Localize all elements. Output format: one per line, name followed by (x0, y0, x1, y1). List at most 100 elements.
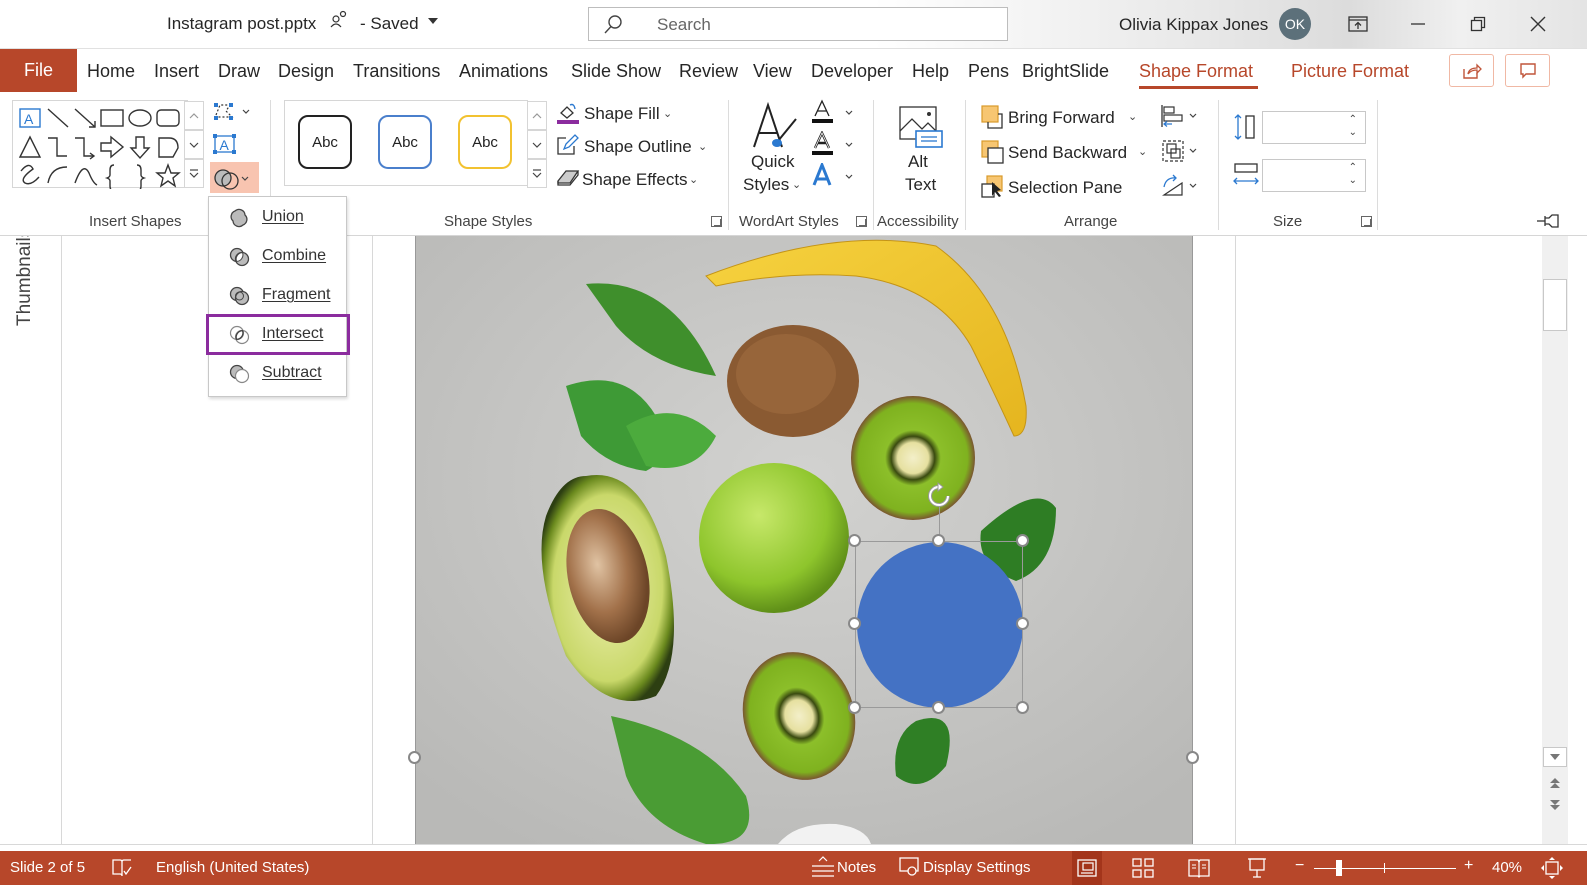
resize-handle-left[interactable] (848, 617, 861, 630)
resize-handle-top-right[interactable] (1016, 534, 1029, 547)
save-status[interactable]: - Saved (360, 14, 419, 34)
spin-up-icon[interactable]: ⌃ (1349, 114, 1357, 125)
shape-width-input[interactable]: ⌃ ⌄ (1262, 159, 1366, 192)
zoom-level[interactable]: 40% (1492, 859, 1522, 876)
tab-animations[interactable]: Animations (459, 61, 548, 82)
save-status-caret-icon[interactable] (428, 18, 438, 24)
rotate-button[interactable] (1160, 173, 1205, 199)
selection-pane-button[interactable]: Selection Pane (980, 174, 1125, 200)
slide-picture[interactable] (415, 236, 1193, 844)
tab-picture-format[interactable]: Picture Format (1291, 61, 1409, 82)
text-effects-button[interactable] (810, 160, 860, 191)
tab-draw[interactable]: Draw (218, 61, 260, 82)
slide-counter[interactable]: Slide 2 of 5 (10, 859, 85, 876)
vertical-scrollbar[interactable] (1542, 236, 1568, 844)
pin-ribbon-icon[interactable] (1536, 213, 1560, 229)
zoom-out-button[interactable]: − (1295, 857, 1304, 875)
align-button[interactable] (1160, 103, 1205, 129)
tab-transitions[interactable]: Transitions (353, 61, 440, 82)
tab-slide-show[interactable]: Slide Show (571, 61, 661, 82)
spelling-check-icon[interactable] (111, 858, 133, 878)
display-settings-button[interactable]: Display Settings (899, 855, 1039, 881)
coauthor-icon[interactable] (330, 10, 348, 32)
thumbnails-pane[interactable] (0, 236, 62, 844)
tab-pens[interactable]: Pens (968, 61, 1009, 82)
shape-height-input[interactable]: ⌃ ⌄ (1262, 111, 1366, 144)
send-backward-button[interactable]: Send Backward ⌄ (980, 139, 1155, 165)
styles-more-button[interactable] (527, 159, 547, 188)
spin-down-icon[interactable]: ⌄ (1349, 127, 1357, 138)
fit-to-window-icon[interactable] (1540, 856, 1564, 880)
normal-view-button[interactable] (1072, 851, 1102, 885)
resize-handle-bottom[interactable] (932, 701, 945, 714)
alt-text-button[interactable]: Alt Text (890, 103, 950, 198)
styles-scroll-down-button[interactable] (527, 130, 547, 159)
shape-fill-button[interactable]: Shape Fill ⌄ (556, 101, 676, 127)
comments-button[interactable] (1505, 54, 1550, 87)
previous-slide-icon[interactable] (1549, 777, 1561, 789)
bring-forward-button[interactable]: Bring Forward ⌄ (980, 104, 1145, 130)
shape-effects-button[interactable]: Shape Effects ⌄ (556, 167, 706, 193)
tab-file[interactable]: File (0, 49, 77, 92)
text-outline-button[interactable] (810, 130, 860, 159)
tab-view[interactable]: View (753, 61, 792, 82)
text-fill-button[interactable] (810, 99, 860, 127)
picture-handle-left[interactable] (408, 751, 421, 764)
menu-item-union[interactable]: Union (209, 199, 346, 237)
tab-brightslide[interactable]: BrightSlide (1022, 61, 1109, 82)
spin-up-icon[interactable]: ⌃ (1349, 162, 1357, 173)
tab-help[interactable]: Help (912, 61, 949, 82)
notes-button[interactable]: Notes (811, 855, 881, 881)
shape-style-preset-dark[interactable]: Abc (298, 115, 352, 169)
resize-handle-top-left[interactable] (848, 534, 861, 547)
tab-design[interactable]: Design (278, 61, 334, 82)
tab-review[interactable]: Review (679, 61, 738, 82)
menu-item-combine[interactable]: Combine (209, 238, 346, 276)
avatar[interactable]: OK (1279, 8, 1311, 40)
user-name[interactable]: Olivia Kippax Jones (1119, 15, 1268, 35)
resize-handle-bottom-left[interactable] (848, 701, 861, 714)
scrollbar-thumb[interactable] (1543, 279, 1567, 331)
slide-show-icon[interactable] (1247, 857, 1267, 879)
close-button[interactable] (1518, 8, 1558, 40)
shapes-scroll-down-button[interactable] (184, 130, 204, 159)
tab-insert[interactable]: Insert (154, 61, 199, 82)
tab-developer[interactable]: Developer (811, 61, 893, 82)
menu-item-fragment[interactable]: Fragment (209, 277, 346, 315)
tab-home[interactable]: Home (87, 61, 135, 82)
share-button[interactable] (1449, 54, 1494, 87)
slide-sorter-icon[interactable] (1132, 858, 1154, 878)
zoom-in-button[interactable]: + (1464, 857, 1473, 875)
resize-handle-right[interactable] (1016, 617, 1029, 630)
restore-button[interactable] (1458, 8, 1498, 40)
group-objects-button[interactable] (1160, 138, 1205, 164)
shapes-scroll-up-button[interactable] (184, 101, 204, 130)
scroll-down-button[interactable] (1543, 747, 1567, 767)
edit-shape-button[interactable] (212, 101, 254, 123)
merge-shapes-button[interactable] (210, 162, 259, 193)
minimize-button[interactable] (1398, 8, 1438, 40)
shapes-gallery[interactable]: A (12, 100, 188, 192)
spin-down-icon[interactable]: ⌄ (1349, 175, 1357, 186)
shape-style-preset-gold[interactable]: Abc (458, 115, 512, 169)
ribbon-display-options-button[interactable] (1338, 8, 1378, 40)
rotate-handle-icon[interactable] (924, 480, 956, 512)
resize-handle-bottom-right[interactable] (1016, 701, 1029, 714)
search-input[interactable]: Search (588, 7, 1008, 41)
language-indicator[interactable]: English (United States) (156, 859, 309, 876)
shape-style-preset-blue[interactable]: Abc (378, 115, 432, 169)
reading-view-icon[interactable] (1188, 858, 1210, 878)
quick-styles-button[interactable]: Quick Styles ⌄ (740, 101, 805, 196)
wordart-dialog-launcher[interactable] (856, 216, 867, 227)
shapes-more-button[interactable] (184, 159, 204, 188)
text-box-button[interactable]: A (212, 133, 238, 155)
shape-styles-dialog-launcher[interactable] (711, 216, 722, 227)
zoom-slider-thumb[interactable] (1336, 860, 1342, 876)
size-dialog-launcher[interactable] (1361, 216, 1372, 227)
picture-handle-right[interactable] (1186, 751, 1199, 764)
menu-item-subtract[interactable]: Subtract (209, 355, 346, 393)
next-slide-icon[interactable] (1549, 799, 1561, 811)
styles-scroll-up-button[interactable] (527, 101, 547, 130)
resize-handle-top[interactable] (932, 534, 945, 547)
tab-shape-format[interactable]: Shape Format (1139, 61, 1253, 82)
